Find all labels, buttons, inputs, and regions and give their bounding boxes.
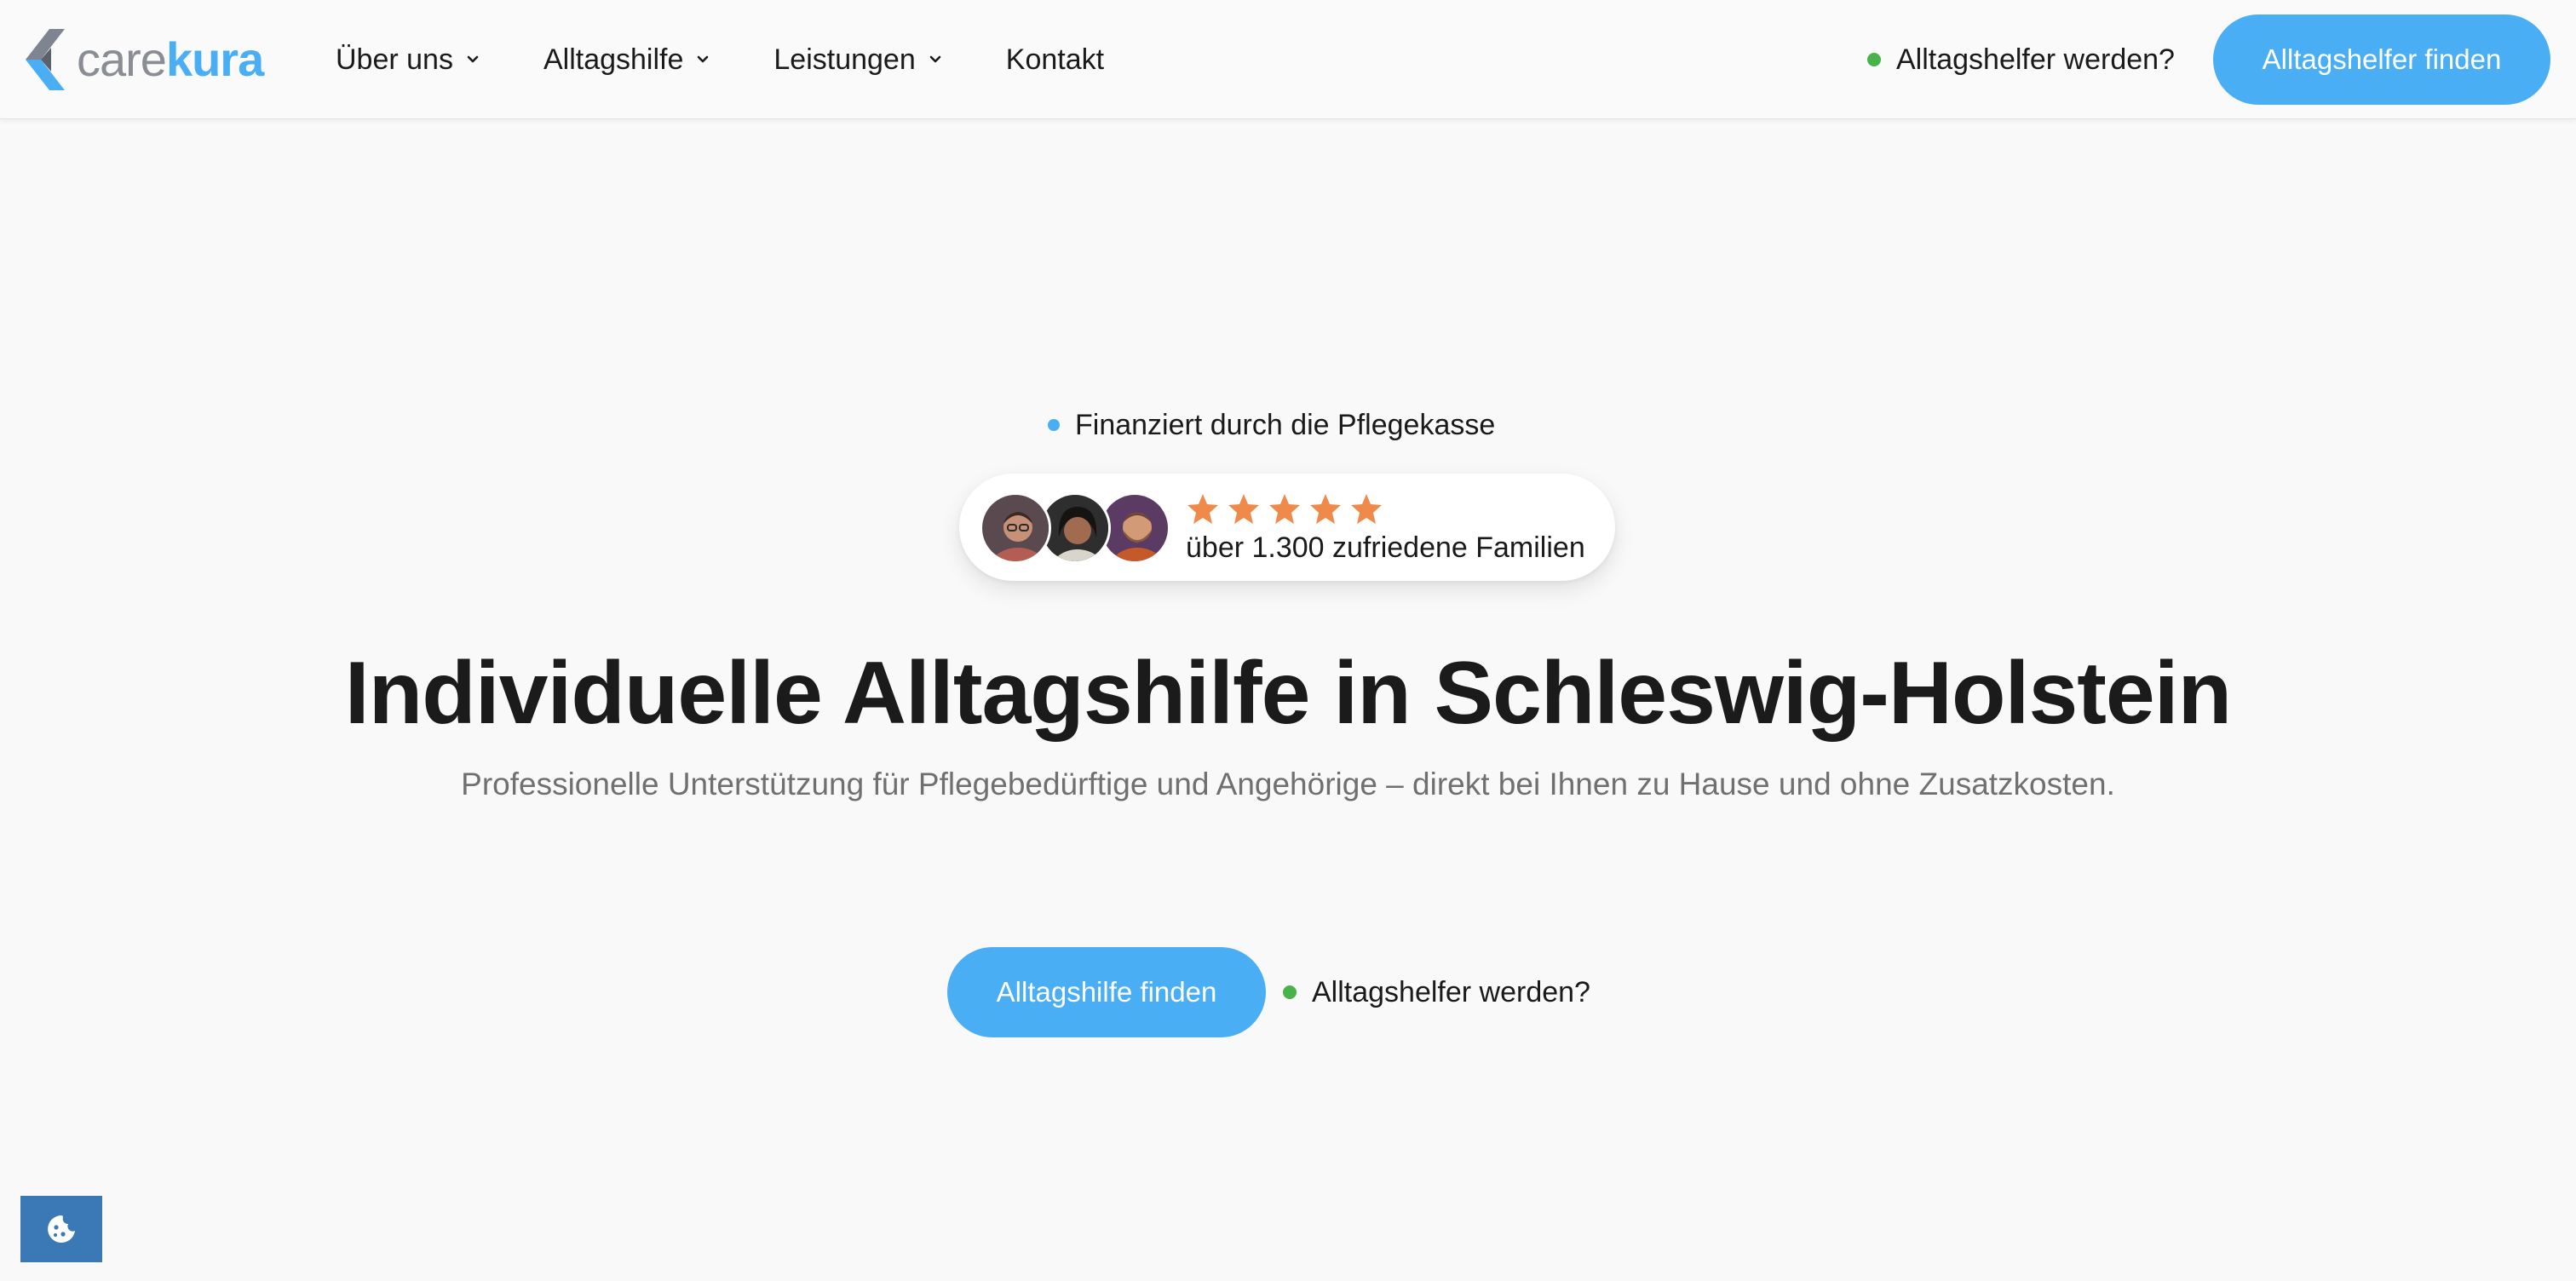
hero-helper-label: Alltagshelfer werden? (1312, 975, 1590, 1008)
star-icon (1269, 494, 1300, 524)
chevron-down-icon (929, 55, 941, 63)
avatar-group (980, 492, 1170, 564)
star-icon (1310, 494, 1341, 524)
logo-text-kura: kura (165, 32, 264, 86)
find-helper-button[interactable]: Alltagshelfer finden (2213, 14, 2550, 105)
funding-badge-text: Finanziert durch die Pflegekasse (1075, 408, 1496, 441)
avatar-woman-icon (1042, 495, 1108, 561)
avatar-man-glasses-icon (982, 495, 1049, 561)
find-help-button[interactable]: Alltagshilfe finden (947, 947, 1266, 1037)
header-helper-link[interactable]: Alltagshelfer werden? (1867, 34, 2175, 85)
hero-subtitle: Professionelle Unterstützung für Pflegeb… (461, 767, 2115, 801)
logo-wordmark: carekura (77, 36, 264, 83)
hero-helper-link[interactable]: Alltagshelfer werden? (1283, 976, 1590, 1009)
carekura-logo[interactable]: carekura (26, 27, 264, 92)
main-navigation: Über uns Alltagshilfe Leistungen Kontakt (336, 34, 1104, 85)
star-icon (1228, 494, 1259, 524)
rating-card: über 1.300 zufriedene Familien (959, 474, 1615, 581)
star-rating (1186, 491, 1390, 528)
nav-item-label: Kontakt (1005, 43, 1105, 76)
hero-actions: Alltagshilfe finden Alltagshelfer werden… (947, 947, 1590, 1037)
star-icon (1187, 494, 1218, 524)
star-icon (1351, 494, 1382, 524)
avatar-man-beard-icon (1101, 495, 1168, 561)
site-header: carekura Über uns Alltagshilfe Leistunge… (0, 0, 2576, 119)
cookie-settings-button[interactable] (20, 1196, 102, 1262)
header-helper-label: Alltagshelfer werden? (1896, 43, 2175, 76)
status-dot-icon (1867, 53, 1881, 66)
nav-item-leistungen[interactable]: Leistungen (773, 43, 942, 77)
chevron-down-icon (467, 55, 479, 63)
logo-text-care: care (77, 32, 167, 86)
cookie-icon (48, 1215, 75, 1243)
rating-text: über 1.300 zufriedene Familien (1186, 531, 1585, 564)
page-title: Individuelle Alltagshilfe in Schleswig-H… (344, 644, 2232, 743)
nav-item-ueber-uns[interactable]: Über uns (336, 43, 480, 77)
avatar (980, 492, 1051, 564)
nav-item-alltagshilfe[interactable]: Alltagshilfe (543, 43, 710, 77)
funding-badge: Finanziert durch die Pflegekasse (1048, 405, 1495, 445)
carekura-logo-icon (26, 29, 65, 90)
nav-item-label: Über uns (336, 43, 453, 76)
badge-dot-icon (1048, 419, 1060, 431)
nav-item-kontakt[interactable]: Kontakt (1006, 43, 1104, 77)
nav-item-label: Alltagshilfe (543, 43, 684, 76)
nav-item-label: Leistungen (773, 43, 916, 76)
status-dot-icon (1283, 985, 1297, 999)
chevron-down-icon (698, 55, 709, 63)
